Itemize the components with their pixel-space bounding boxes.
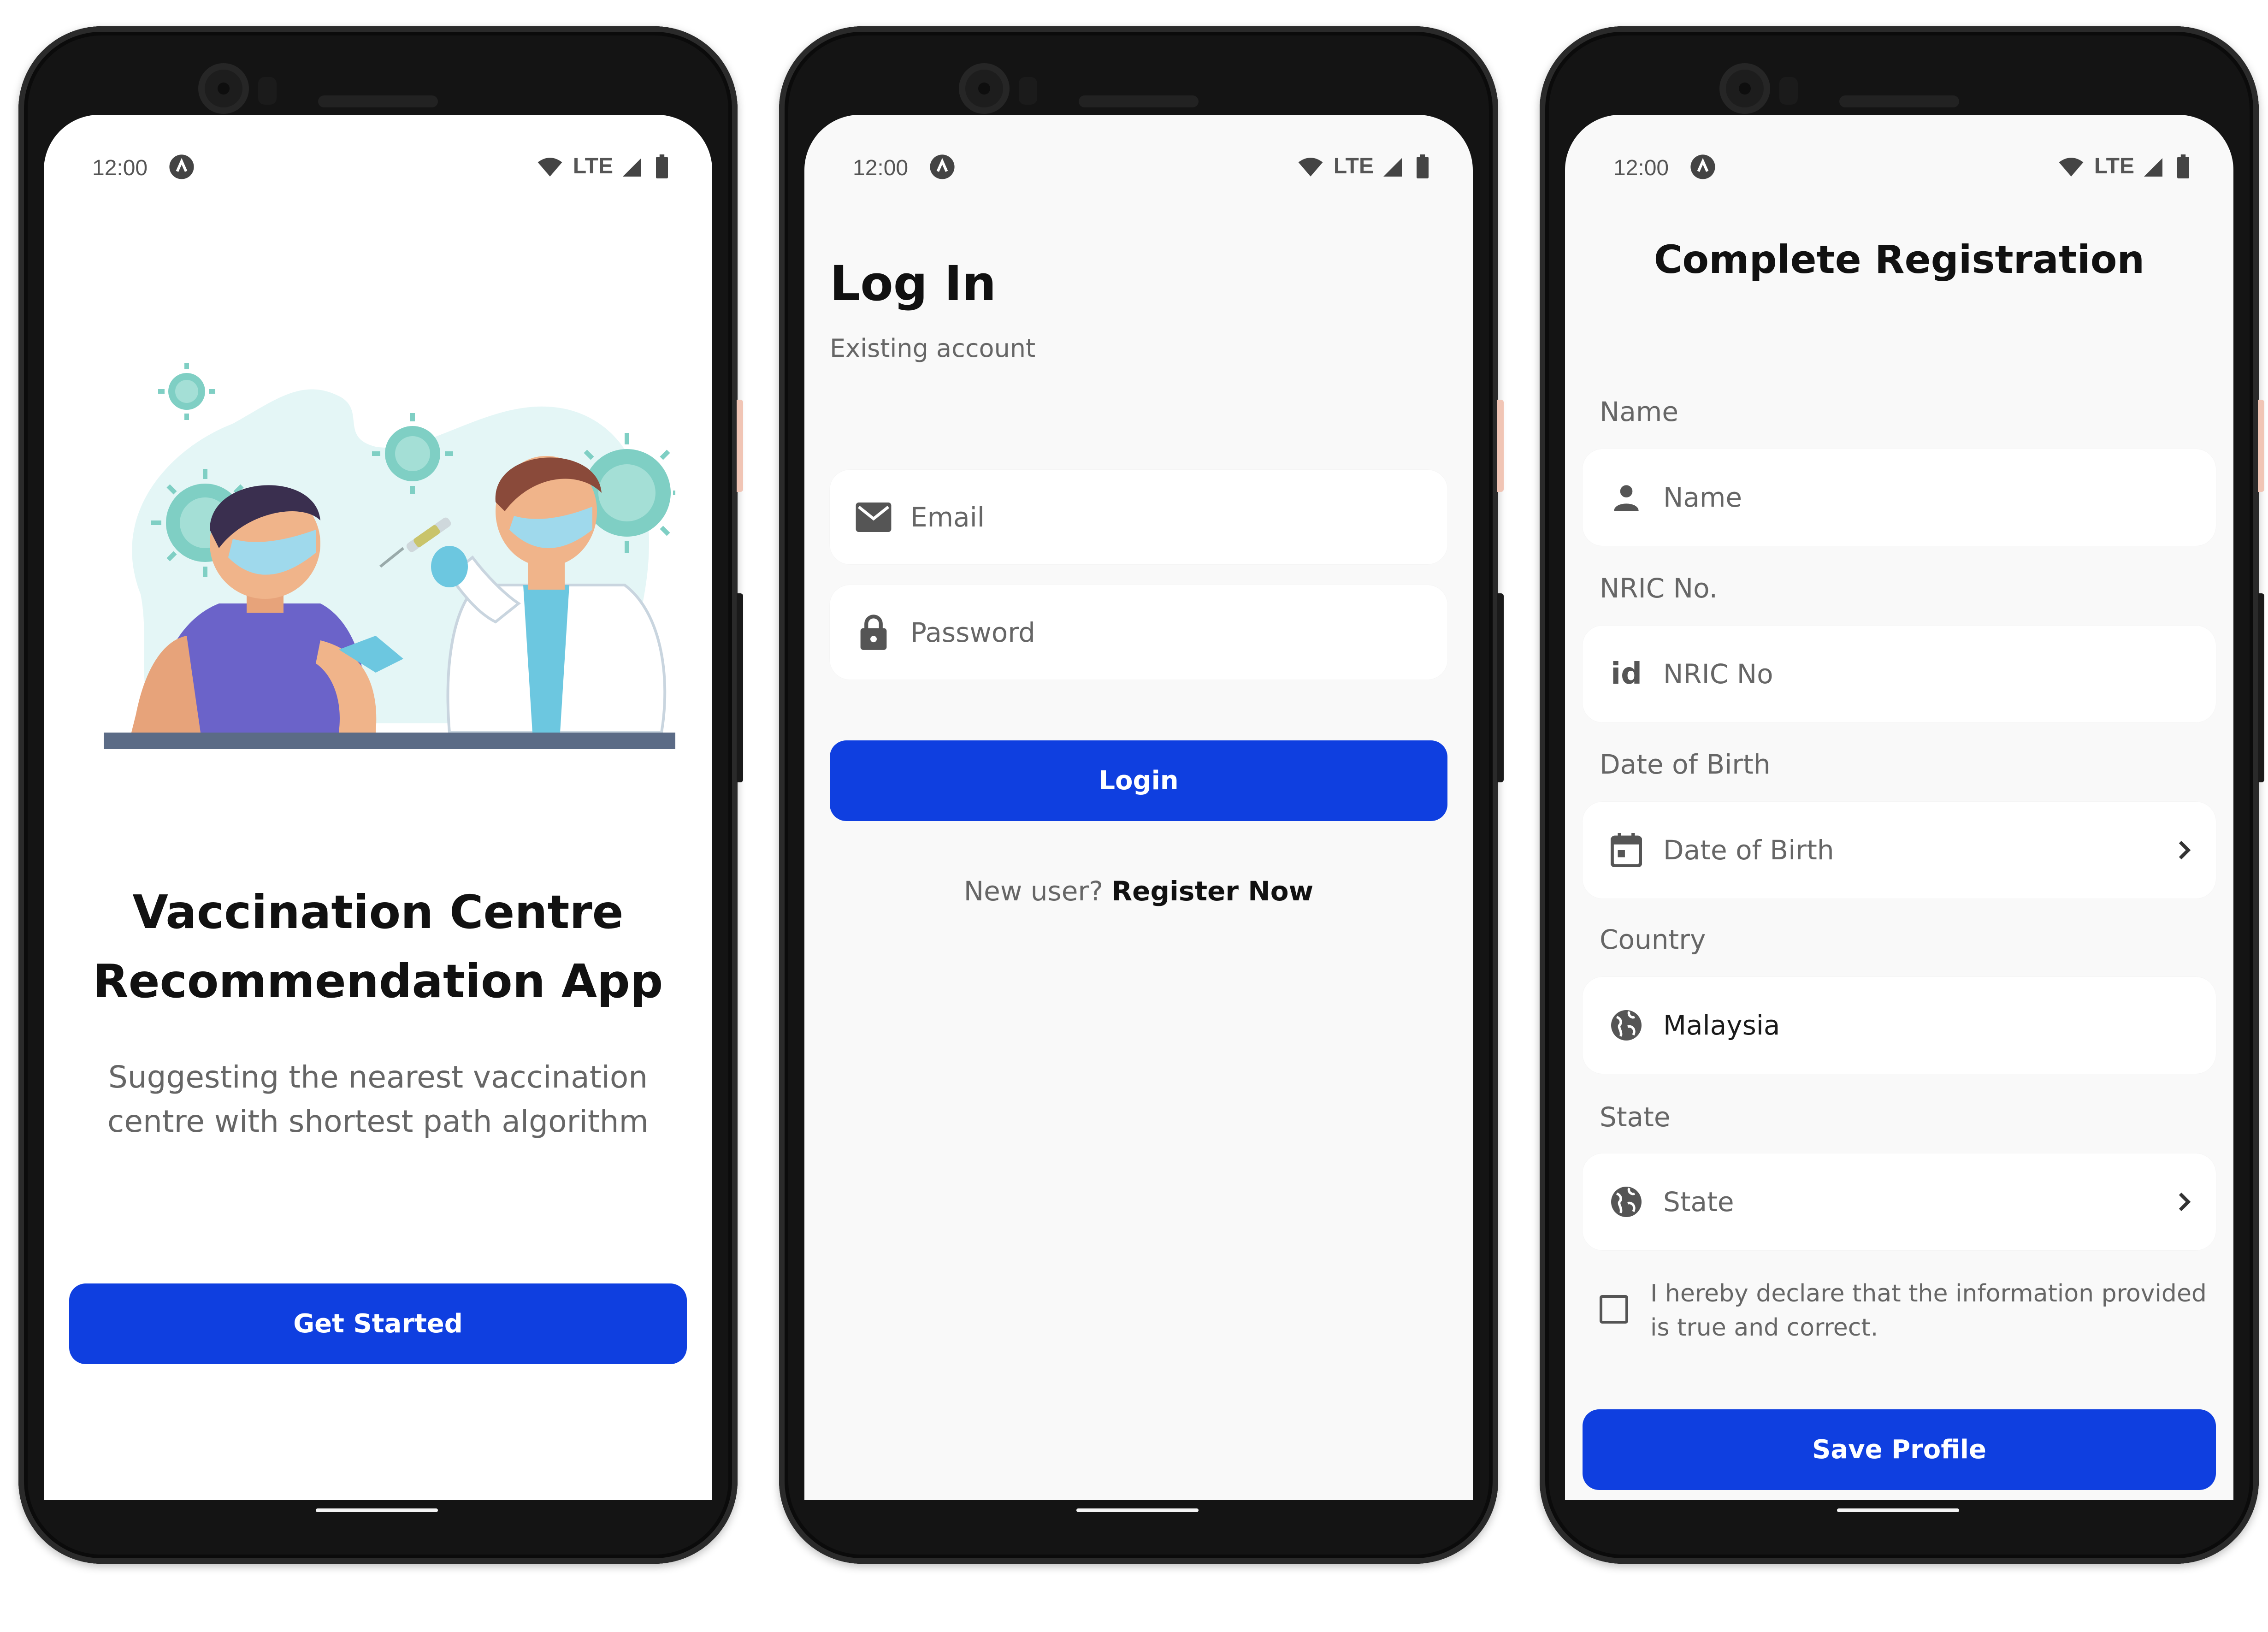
nric-field[interactable]: id NRIC No [1583, 626, 2216, 722]
proximity-sensor [1019, 77, 1037, 105]
earpiece-speaker [1839, 95, 1959, 107]
status-time: 12:00 [92, 156, 148, 180]
register-prompt: New user? Register Now [804, 875, 1473, 907]
home-indicator[interactable] [316, 1508, 438, 1512]
status-bar: 12:00 LTE [44, 115, 712, 180]
vaccination-illustration [104, 363, 675, 749]
dob-label: Date of Birth [1600, 749, 1771, 780]
app-subtitle-line2: centre with shortest path algorithm [107, 1104, 649, 1139]
login-subtitle: Existing account [830, 334, 1036, 363]
chevron-right-icon [2179, 840, 2191, 860]
phone-welcome: 12:00 LTE Vaccination Centre Recommendat… [18, 26, 743, 1564]
phone-login: 12:00 LTE Log In Existing account Email … [779, 26, 1504, 1564]
country-field[interactable]: Malaysia [1583, 977, 2216, 1074]
id-icon: id [1608, 656, 1645, 692]
name-field[interactable]: Name [1583, 449, 2216, 546]
country-label: Country [1600, 924, 1706, 955]
battery-icon [1417, 154, 1429, 178]
new-user-text: New user? [963, 875, 1104, 907]
declaration-line1: I hereby declare that the information pr… [1650, 1280, 2207, 1307]
declaration-text: I hereby declare that the information pr… [1650, 1277, 2207, 1345]
front-camera [959, 63, 1010, 114]
network-label: LTE [1333, 154, 1374, 178]
welcome-screen: 12:00 LTE Vaccination Centre Recommendat… [44, 115, 712, 1500]
registration-title: Complete Registration [1654, 237, 2145, 282]
app-title-line2: Recommendation App [93, 954, 663, 1008]
status-time: 12:00 [1613, 156, 1669, 180]
password-placeholder: Password [910, 616, 1035, 648]
power-button [1497, 400, 1504, 492]
earpiece-speaker [318, 95, 438, 107]
wifi-icon [537, 158, 562, 177]
notification-icon [1690, 154, 1715, 179]
globe-icon [1608, 1007, 1645, 1044]
name-label: Name [1600, 396, 1679, 427]
notification-icon [169, 154, 194, 179]
signal-icon [1383, 158, 1402, 177]
registration-screen: 12:00 LTE Complete Registration Name Nam… [1565, 115, 2233, 1500]
app-title-line1: Vaccination Centre [132, 885, 624, 939]
register-now-link[interactable]: Register Now [1111, 875, 1313, 907]
proximity-sensor [258, 77, 277, 105]
dob-placeholder: Date of Birth [1663, 834, 1834, 866]
wifi-icon [2059, 158, 2084, 177]
battery-icon [656, 154, 668, 178]
declaration-checkbox[interactable] [1600, 1295, 1628, 1324]
globe-icon [1608, 1183, 1645, 1220]
notification-icon [930, 154, 955, 179]
home-indicator[interactable] [1076, 1508, 1199, 1512]
login-title: Log In [830, 255, 997, 312]
id-icon-text: id [1611, 657, 1642, 691]
status-bar: 12:00 LTE [1565, 115, 2233, 180]
volume-button [737, 593, 743, 782]
app-title: Vaccination Centre Recommendation App [44, 878, 712, 1016]
proximity-sensor [1779, 77, 1798, 105]
state-field[interactable]: State [1583, 1153, 2216, 1250]
dob-field[interactable]: Date of Birth [1583, 802, 2216, 899]
password-field[interactable]: Password [830, 585, 1447, 680]
app-subtitle-line1: Suggesting the nearest vaccination [108, 1059, 648, 1095]
wifi-icon [1298, 158, 1323, 177]
phone-registration: 12:00 LTE Complete Registration Name Nam… [1540, 26, 2264, 1564]
lock-icon [855, 614, 892, 651]
power-button [2258, 400, 2264, 492]
earpiece-speaker [1079, 95, 1199, 107]
power-button [737, 400, 743, 492]
status-time: 12:00 [853, 156, 909, 180]
save-profile-button[interactable]: Save Profile [1583, 1409, 2216, 1490]
email-field[interactable]: Email [830, 470, 1447, 564]
get-started-button[interactable]: Get Started [69, 1283, 687, 1364]
home-indicator[interactable] [1837, 1508, 1959, 1512]
state-label: State [1600, 1101, 1671, 1133]
signal-icon [623, 158, 641, 177]
front-camera [198, 63, 249, 114]
volume-button [2258, 593, 2264, 782]
signal-icon [2144, 158, 2162, 177]
network-label: LTE [573, 154, 613, 178]
login-screen: 12:00 LTE Log In Existing account Email … [804, 115, 1473, 1500]
person-icon [1608, 479, 1645, 516]
state-placeholder: State [1663, 1186, 1734, 1218]
country-value: Malaysia [1663, 1010, 1780, 1041]
app-subtitle: Suggesting the nearest vaccination centr… [44, 1055, 712, 1144]
email-icon [855, 499, 892, 536]
chevron-right-icon [2179, 1192, 2191, 1212]
front-camera [1719, 63, 1770, 114]
volume-button [1497, 593, 1504, 782]
calendar-icon [1608, 832, 1645, 869]
declaration-line2: is true and correct. [1650, 1314, 1878, 1342]
login-button[interactable]: Login [830, 740, 1447, 821]
status-bar: 12:00 LTE [804, 115, 1473, 180]
nric-label: NRIC No. [1600, 573, 1718, 604]
network-label: LTE [2094, 154, 2134, 178]
name-placeholder: Name [1663, 482, 1742, 513]
battery-icon [2177, 154, 2189, 178]
nric-placeholder: NRIC No [1663, 658, 1773, 690]
email-placeholder: Email [910, 501, 985, 533]
